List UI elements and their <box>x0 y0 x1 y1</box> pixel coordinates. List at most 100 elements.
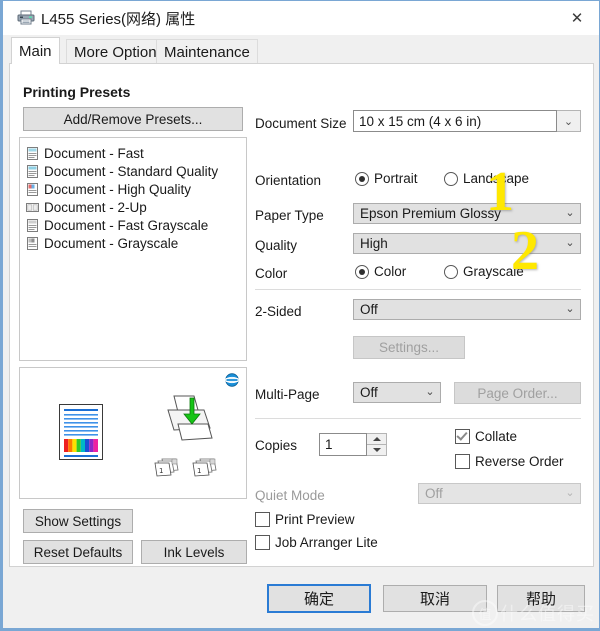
list-item[interactable]: Document - 2-Up <box>20 198 246 216</box>
printing-presets-heading: Printing Presets <box>23 84 131 100</box>
list-item[interactable]: Document - Standard Quality <box>20 162 246 180</box>
list-item-label: Document - Grayscale <box>44 235 179 251</box>
color-grayscale-label: Grayscale <box>463 264 524 279</box>
printing-presets-list[interactable]: Document - Fast Document - Standard Qual… <box>19 137 247 361</box>
copies-increment-button[interactable] <box>367 433 387 445</box>
page-order-button[interactable]: Page Order... <box>454 382 581 404</box>
reset-defaults-button[interactable]: Reset Defaults <box>23 540 133 564</box>
network-printer-badge-icon <box>225 373 239 392</box>
show-settings-button[interactable]: Show Settings <box>23 509 133 533</box>
triangle-down-icon <box>372 447 381 452</box>
checkbox-box-icon <box>455 429 470 444</box>
collate-label: Collate <box>475 429 518 444</box>
document-preset-icon <box>26 164 39 178</box>
help-button[interactable]: 帮助 <box>497 585 585 612</box>
orientation-label: Orientation <box>255 173 322 188</box>
color-color-label: Color <box>374 264 407 279</box>
color-label: Color <box>255 266 288 281</box>
multi-page-value: Off <box>360 385 378 400</box>
list-item[interactable]: Document - Grayscale <box>20 234 246 252</box>
grayscale-preset-icon <box>26 218 39 232</box>
add-remove-presets-button[interactable]: Add/Remove Presets... <box>23 107 243 131</box>
chevron-down-icon[interactable]: ⌄ <box>560 208 580 219</box>
quality-label: Quality <box>255 238 298 253</box>
cancel-button[interactable]: 取消 <box>383 585 487 612</box>
job-arranger-lite-checkbox[interactable]: Job Arranger Lite <box>255 535 378 550</box>
two-sided-settings-button[interactable]: Settings... <box>353 336 465 359</box>
quiet-mode-value: Off <box>425 486 443 501</box>
reverse-order-label: Reverse Order <box>475 454 564 469</box>
chevron-down-icon[interactable]: ⌄ <box>557 110 581 132</box>
two-sided-combobox[interactable]: Off ⌄ <box>353 299 581 320</box>
color-radio-color[interactable]: Color <box>355 264 406 279</box>
two-sided-value: Off <box>360 302 378 317</box>
title-bar: L455 Series(网络) 属性 ✕ <box>3 1 599 36</box>
checkbox-box-icon <box>255 535 270 550</box>
checkbox-box-icon <box>455 454 470 469</box>
print-preview-checkbox[interactable]: Print Preview <box>255 512 355 527</box>
divider <box>255 289 581 290</box>
radio-dot-icon <box>355 171 369 186</box>
checkbox-box-icon <box>255 512 270 527</box>
chevron-down-icon[interactable]: ⌄ <box>420 387 440 398</box>
list-item[interactable]: Document - High Quality <box>20 180 246 198</box>
copies-label: Copies <box>255 438 298 453</box>
document-preview-icon <box>59 404 103 465</box>
reverse-order-checkbox[interactable]: Reverse Order <box>455 454 564 469</box>
document-size-label: Document Size <box>255 116 347 131</box>
triangle-up-icon <box>372 436 381 441</box>
chevron-down-icon[interactable]: ⌄ <box>560 238 580 249</box>
page-stack-icon: 1 <box>154 456 180 483</box>
divider <box>255 418 581 419</box>
document-size-combobox[interactable]: 10 x 15 cm (4 x 6 in) ⌄ <box>353 110 581 132</box>
tab-main[interactable]: Main <box>11 37 60 64</box>
copies-decrement-button[interactable] <box>367 444 387 456</box>
paper-type-label: Paper Type <box>255 208 324 223</box>
copies-input[interactable]: 1 <box>319 433 367 456</box>
orientation-radio-portrait[interactable]: Portrait <box>355 171 418 186</box>
close-button[interactable]: ✕ <box>555 1 599 34</box>
orientation-landscape-label: Landscape <box>463 171 530 186</box>
printer-illustration-icon <box>160 394 218 451</box>
document-size-value[interactable]: 10 x 15 cm (4 x 6 in) <box>353 110 557 132</box>
quality-combobox[interactable]: High ⌄ <box>353 233 581 254</box>
quiet-mode-combobox: Off ⌄ <box>418 483 581 504</box>
two-up-preset-icon <box>26 201 39 214</box>
window-title: L455 Series(网络) 属性 <box>41 11 196 28</box>
list-item-label: Document - Fast <box>44 145 144 161</box>
quality-value: High <box>360 236 388 251</box>
color-radio-grayscale[interactable]: Grayscale <box>444 264 524 279</box>
document-preset-icon <box>26 182 39 196</box>
printer-properties-dialog: L455 Series(网络) 属性 ✕ Main More Options M… <box>0 0 600 631</box>
multi-page-label: Multi-Page <box>255 387 320 402</box>
orientation-portrait-label: Portrait <box>374 171 418 186</box>
dialog-button-bar: 确定 取消 帮助 <box>3 567 599 629</box>
printer-icon <box>17 10 35 25</box>
list-item-label: Document - High Quality <box>44 181 192 197</box>
two-sided-label: 2-Sided <box>255 304 302 319</box>
print-preview-panel: 1 1 <box>19 367 247 499</box>
list-item-label: Document - Fast Grayscale <box>44 217 209 233</box>
ok-button[interactable]: 确定 <box>267 584 371 613</box>
svg-text:1: 1 <box>197 467 201 475</box>
print-preview-label: Print Preview <box>275 512 355 527</box>
list-item[interactable]: Document - Fast Grayscale <box>20 216 246 234</box>
collate-checkbox[interactable]: Collate <box>455 429 517 444</box>
list-item-label: Document - 2-Up <box>44 199 147 215</box>
chevron-down-icon[interactable]: ⌄ <box>560 304 580 315</box>
document-preset-icon <box>26 146 39 160</box>
chevron-down-icon: ⌄ <box>565 487 575 499</box>
list-item[interactable]: Document - Fast <box>20 144 246 162</box>
copies-stepper[interactable]: 1 <box>319 433 387 456</box>
tab-strip: Main More Options Maintenance <box>3 35 599 64</box>
list-item-label: Document - Standard Quality <box>44 163 219 179</box>
svg-text:1: 1 <box>159 467 163 475</box>
paper-type-combobox[interactable]: Epson Premium Glossy ⌄ <box>353 203 581 224</box>
radio-dot-icon <box>444 264 458 279</box>
page-stack-icon: 1 <box>192 456 218 483</box>
orientation-radio-landscape[interactable]: Landscape <box>444 171 529 186</box>
tab-maintenance[interactable]: Maintenance <box>156 39 258 64</box>
radio-dot-icon <box>355 264 369 279</box>
ink-levels-button[interactable]: Ink Levels <box>141 540 247 564</box>
multi-page-combobox[interactable]: Off ⌄ <box>353 382 441 403</box>
